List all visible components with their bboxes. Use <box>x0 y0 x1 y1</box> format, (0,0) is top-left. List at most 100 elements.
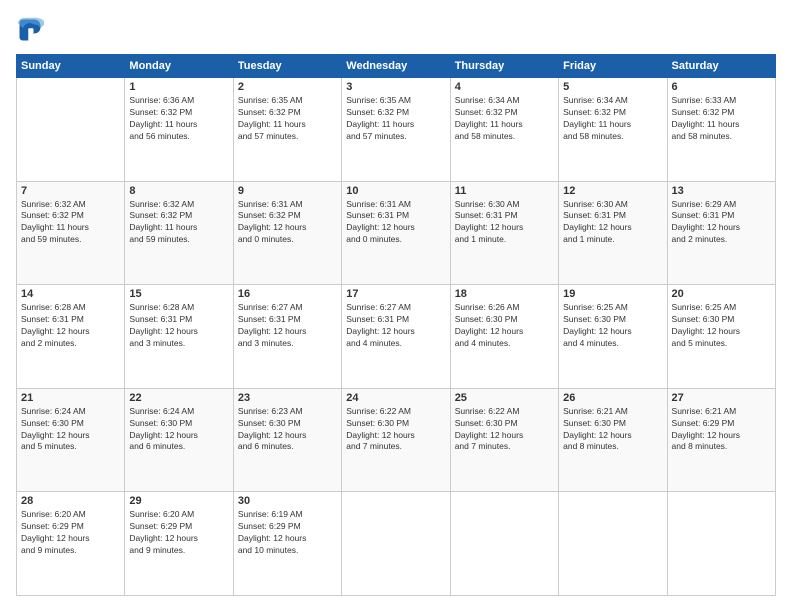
day-number: 23 <box>238 392 337 404</box>
day-info: Sunrise: 6:36 AM Sunset: 6:32 PM Dayligh… <box>129 95 228 143</box>
day-info: Sunrise: 6:29 AM Sunset: 6:31 PM Dayligh… <box>672 199 771 247</box>
day-number: 20 <box>672 288 771 300</box>
day-number: 29 <box>129 495 228 507</box>
day-number: 7 <box>21 185 120 197</box>
day-number: 15 <box>129 288 228 300</box>
calendar-cell: 19 Sunrise: 6:25 AM Sunset: 6:30 PM Dayli… <box>559 285 667 389</box>
day-number: 28 <box>21 495 120 507</box>
day-number: 18 <box>455 288 554 300</box>
calendar-cell <box>342 492 450 596</box>
day-number: 1 <box>129 81 228 93</box>
calendar-cell: 18Sunrise: 6:26 AM Sunset: 6:30 PM Dayli… <box>450 285 558 389</box>
day-info: Sunrise: 6:22 AM Sunset: 6:30 PM Dayligh… <box>346 406 445 454</box>
day-info: Sunrise: 6:34 AM Sunset: 6:32 PM Dayligh… <box>455 95 554 143</box>
day-info: Sunrise: 6:32 AM Sunset: 6:32 PM Dayligh… <box>129 199 228 247</box>
calendar-cell: 1 Sunrise: 6:36 AM Sunset: 6:32 PM Daylig… <box>125 78 233 182</box>
calendar-cell: 30 Sunrise: 6:19 AM Sunset: 6:29 PM Dayli… <box>233 492 341 596</box>
calendar-cell: 9 Sunrise: 6:31 AM Sunset: 6:32 PM Daylig… <box>233 181 341 285</box>
calendar-cell: 24 Sunrise: 6:22 AM Sunset: 6:30 PM Dayli… <box>342 388 450 492</box>
calendar-cell: 25Sunrise: 6:22 AM Sunset: 6:30 PM Dayli… <box>450 388 558 492</box>
day-info: Sunrise: 6:25 AM Sunset: 6:30 PM Dayligh… <box>672 302 771 350</box>
calendar-cell: 29 Sunrise: 6:20 AM Sunset: 6:29 PM Dayli… <box>125 492 233 596</box>
calendar-week-row: 7 Sunrise: 6:32 AM Sunset: 6:32 PM Daylig… <box>17 181 776 285</box>
day-number: 6 <box>672 81 771 93</box>
calendar-cell: 7 Sunrise: 6:32 AM Sunset: 6:32 PM Daylig… <box>17 181 125 285</box>
day-number: 2 <box>238 81 337 93</box>
calendar-cell: 15 Sunrise: 6:28 AM Sunset: 6:31 PM Dayli… <box>125 285 233 389</box>
day-info: Sunrise: 6:27 AM Sunset: 6:31 PM Dayligh… <box>346 302 445 350</box>
day-info: Sunrise: 6:31 AM Sunset: 6:32 PM Dayligh… <box>238 199 337 247</box>
page: SundayMondayTuesdayWednesdayThursdayFrid… <box>0 0 792 612</box>
calendar-cell: 20 Sunrise: 6:25 AM Sunset: 6:30 PM Dayli… <box>667 285 775 389</box>
day-info: Sunrise: 6:35 AM Sunset: 6:32 PM Dayligh… <box>346 95 445 143</box>
day-number: 11 <box>455 185 554 197</box>
day-info: Sunrise: 6:21 AM Sunset: 6:29 PM Dayligh… <box>672 406 771 454</box>
calendar-cell: 4 Sunrise: 6:34 AM Sunset: 6:32 PM Daylig… <box>450 78 558 182</box>
day-info: Sunrise: 6:21 AM Sunset: 6:30 PM Dayligh… <box>563 406 662 454</box>
day-number: 19 <box>563 288 662 300</box>
calendar-cell: 27 Sunrise: 6:21 AM Sunset: 6:29 PM Dayli… <box>667 388 775 492</box>
calendar-week-row: 21 Sunrise: 6:24 AM Sunset: 6:30 PM Dayli… <box>17 388 776 492</box>
calendar-header-row: SundayMondayTuesdayWednesdayThursdayFrid… <box>17 55 776 78</box>
calendar-cell: 23 Sunrise: 6:23 AM Sunset: 6:30 PM Dayli… <box>233 388 341 492</box>
calendar-cell: 28 Sunrise: 6:20 AM Sunset: 6:29 PM Dayli… <box>17 492 125 596</box>
calendar-cell: 10 Sunrise: 6:31 AM Sunset: 6:31 PM Dayli… <box>342 181 450 285</box>
day-info: Sunrise: 6:20 AM Sunset: 6:29 PM Dayligh… <box>21 509 120 557</box>
day-number: 14 <box>21 288 120 300</box>
day-info: Sunrise: 6:20 AM Sunset: 6:29 PM Dayligh… <box>129 509 228 557</box>
day-info: Sunrise: 6:19 AM Sunset: 6:29 PM Dayligh… <box>238 509 337 557</box>
calendar-cell <box>667 492 775 596</box>
calendar-cell: 14 Sunrise: 6:28 AM Sunset: 6:31 PM Dayli… <box>17 285 125 389</box>
weekday-header: Thursday <box>450 55 558 78</box>
calendar-cell: 8 Sunrise: 6:32 AM Sunset: 6:32 PM Daylig… <box>125 181 233 285</box>
day-info: Sunrise: 6:30 AM Sunset: 6:31 PM Dayligh… <box>455 199 554 247</box>
day-number: 22 <box>129 392 228 404</box>
day-number: 12 <box>563 185 662 197</box>
day-number: 21 <box>21 392 120 404</box>
calendar-cell: 26Sunrise: 6:21 AM Sunset: 6:30 PM Dayli… <box>559 388 667 492</box>
day-info: Sunrise: 6:24 AM Sunset: 6:30 PM Dayligh… <box>129 406 228 454</box>
weekday-header: Saturday <box>667 55 775 78</box>
day-info: Sunrise: 6:31 AM Sunset: 6:31 PM Dayligh… <box>346 199 445 247</box>
calendar-week-row: 14 Sunrise: 6:28 AM Sunset: 6:31 PM Dayli… <box>17 285 776 389</box>
weekday-header: Tuesday <box>233 55 341 78</box>
day-info: Sunrise: 6:28 AM Sunset: 6:31 PM Dayligh… <box>129 302 228 350</box>
day-info: Sunrise: 6:32 AM Sunset: 6:32 PM Dayligh… <box>21 199 120 247</box>
day-info: Sunrise: 6:24 AM Sunset: 6:30 PM Dayligh… <box>21 406 120 454</box>
weekday-header: Friday <box>559 55 667 78</box>
weekday-header: Wednesday <box>342 55 450 78</box>
day-number: 3 <box>346 81 445 93</box>
day-number: 9 <box>238 185 337 197</box>
day-number: 4 <box>455 81 554 93</box>
calendar-cell: 21 Sunrise: 6:24 AM Sunset: 6:30 PM Dayli… <box>17 388 125 492</box>
day-info: Sunrise: 6:28 AM Sunset: 6:31 PM Dayligh… <box>21 302 120 350</box>
calendar-cell: 3 Sunrise: 6:35 AM Sunset: 6:32 PM Daylig… <box>342 78 450 182</box>
logo <box>16 16 48 44</box>
day-number: 13 <box>672 185 771 197</box>
header <box>16 16 776 44</box>
calendar-cell: 22 Sunrise: 6:24 AM Sunset: 6:30 PM Dayli… <box>125 388 233 492</box>
day-info: Sunrise: 6:25 AM Sunset: 6:30 PM Dayligh… <box>563 302 662 350</box>
calendar-cell: 13 Sunrise: 6:29 AM Sunset: 6:31 PM Dayli… <box>667 181 775 285</box>
calendar-cell: 11 Sunrise: 6:30 AM Sunset: 6:31 PM Dayli… <box>450 181 558 285</box>
weekday-header: Sunday <box>17 55 125 78</box>
calendar-cell: 16Sunrise: 6:27 AM Sunset: 6:31 PM Dayli… <box>233 285 341 389</box>
calendar-week-row: 1 Sunrise: 6:36 AM Sunset: 6:32 PM Daylig… <box>17 78 776 182</box>
calendar-cell: 17 Sunrise: 6:27 AM Sunset: 6:31 PM Dayli… <box>342 285 450 389</box>
calendar-cell: 5Sunrise: 6:34 AM Sunset: 6:32 PM Daylig… <box>559 78 667 182</box>
day-number: 8 <box>129 185 228 197</box>
weekday-header: Monday <box>125 55 233 78</box>
day-number: 17 <box>346 288 445 300</box>
day-number: 10 <box>346 185 445 197</box>
day-info: Sunrise: 6:35 AM Sunset: 6:32 PM Dayligh… <box>238 95 337 143</box>
day-info: Sunrise: 6:33 AM Sunset: 6:32 PM Dayligh… <box>672 95 771 143</box>
day-number: 30 <box>238 495 337 507</box>
calendar-table: SundayMondayTuesdayWednesdayThursdayFrid… <box>16 54 776 596</box>
day-info: Sunrise: 6:23 AM Sunset: 6:30 PM Dayligh… <box>238 406 337 454</box>
day-number: 5 <box>563 81 662 93</box>
calendar-cell: 12Sunrise: 6:30 AM Sunset: 6:31 PM Dayli… <box>559 181 667 285</box>
day-number: 25 <box>455 392 554 404</box>
logo-icon <box>16 16 44 44</box>
day-number: 27 <box>672 392 771 404</box>
day-number: 24 <box>346 392 445 404</box>
